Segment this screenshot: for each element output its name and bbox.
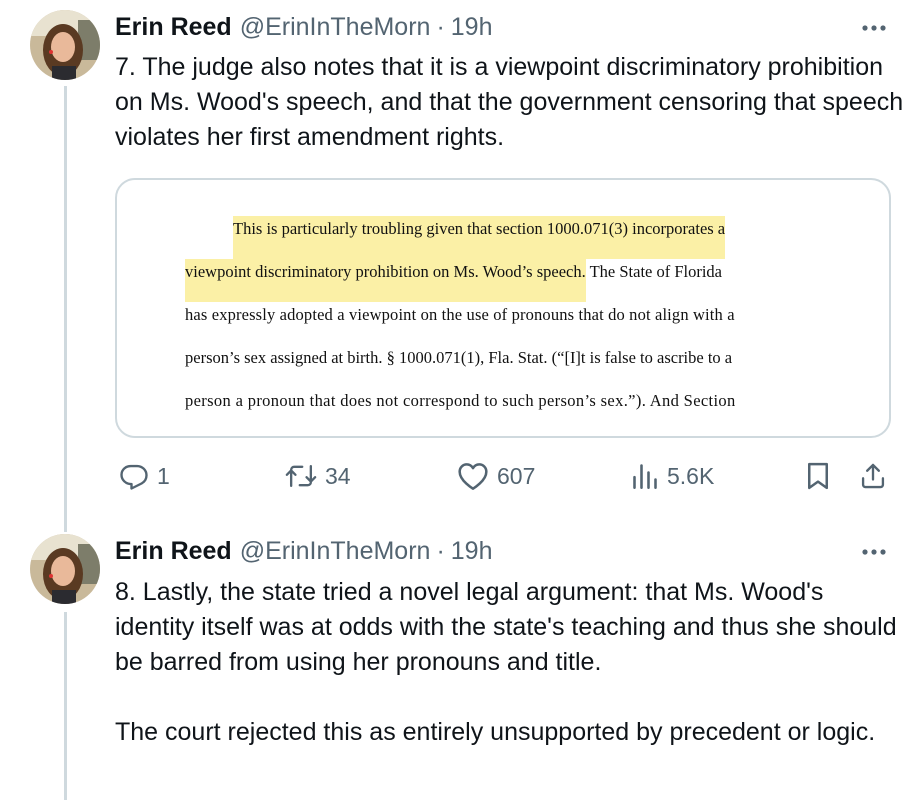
separator-dot: · <box>436 12 445 41</box>
more-options-button[interactable] <box>860 14 888 42</box>
repost-icon <box>285 464 317 488</box>
tweet-actions: 1 34 607 5.6K <box>115 454 895 498</box>
tweet-paragraph: 8. Lastly, the state tried a novel legal… <box>115 578 897 676</box>
document-excerpt: This is particularly troubling given tha… <box>185 216 815 431</box>
document-line: viewpoint discriminatory prohibition on … <box>185 259 815 302</box>
like-count: 607 <box>497 462 536 489</box>
more-horizontal-icon <box>862 25 886 31</box>
reply-button[interactable]: 1 <box>119 454 170 498</box>
tweet[interactable]: Erin Reed @ErinInTheMorn · 19h 7. The ju… <box>0 0 920 520</box>
separator-dot: · <box>436 536 445 565</box>
tweet-paragraph: The court rejected this as entirely unsu… <box>115 718 876 746</box>
document-line: person a pronoun that does not correspon… <box>185 388 815 431</box>
avatar-image <box>30 10 100 80</box>
like-button[interactable]: 607 <box>457 454 535 498</box>
repost-button[interactable]: 34 <box>285 454 351 498</box>
embedded-document-image[interactable]: This is particularly troubling given tha… <box>115 178 891 438</box>
tweet-paragraph: 7. The judge also notes that it is a vie… <box>115 53 904 151</box>
reply-icon <box>120 464 148 490</box>
tweet-timestamp[interactable]: 19h <box>451 13 493 42</box>
highlighted-text: This is particularly troubling given tha… <box>233 216 726 259</box>
views-count: 5.6K <box>667 462 715 489</box>
share-icon <box>861 463 885 489</box>
document-line: has expressly adopted a viewpoint on the… <box>185 302 815 345</box>
share-button[interactable] <box>859 454 887 498</box>
author-handle[interactable]: @ErinInTheMorn <box>240 13 431 42</box>
document-text: person a pronoun that does not correspon… <box>185 391 736 410</box>
reply-count: 1 <box>157 462 170 489</box>
document-line: person’s sex assigned at birth. § 1000.0… <box>185 345 815 388</box>
tweet[interactable]: Erin Reed @ErinInTheMorn · 19h 8. Lastly… <box>0 520 920 800</box>
author-handle[interactable]: @ErinInTheMorn <box>240 537 431 566</box>
heart-icon <box>458 463 488 490</box>
tweet-text: 7. The judge also notes that it is a vie… <box>115 50 905 155</box>
bookmark-icon <box>808 462 828 490</box>
more-options-button[interactable] <box>860 538 888 566</box>
author-name[interactable]: Erin Reed <box>115 13 232 42</box>
views-chart-icon <box>633 464 657 489</box>
avatar[interactable] <box>30 534 100 604</box>
tweet-header: Erin Reed @ErinInTheMorn · 19h <box>115 534 492 568</box>
tweet-timestamp[interactable]: 19h <box>451 537 493 566</box>
avatar[interactable] <box>30 10 100 80</box>
document-text: has expressly adopted a viewpoint on the… <box>185 305 735 324</box>
tweet-header: Erin Reed @ErinInTheMorn · 19h <box>115 10 492 44</box>
tweet-text: 8. Lastly, the state tried a novel legal… <box>115 575 905 750</box>
bookmark-button[interactable] <box>805 454 831 498</box>
highlighted-text: viewpoint discriminatory prohibition on … <box>185 259 586 302</box>
views-button[interactable]: 5.6K <box>631 454 714 498</box>
more-horizontal-icon <box>862 549 886 555</box>
repost-count: 34 <box>325 462 351 489</box>
avatar-image <box>30 534 100 604</box>
document-line: This is particularly troubling given tha… <box>185 216 815 259</box>
document-text: person’s sex assigned at birth. § 1000.0… <box>185 348 733 367</box>
author-name[interactable]: Erin Reed <box>115 537 232 566</box>
document-text: The State of Florida <box>585 262 723 281</box>
